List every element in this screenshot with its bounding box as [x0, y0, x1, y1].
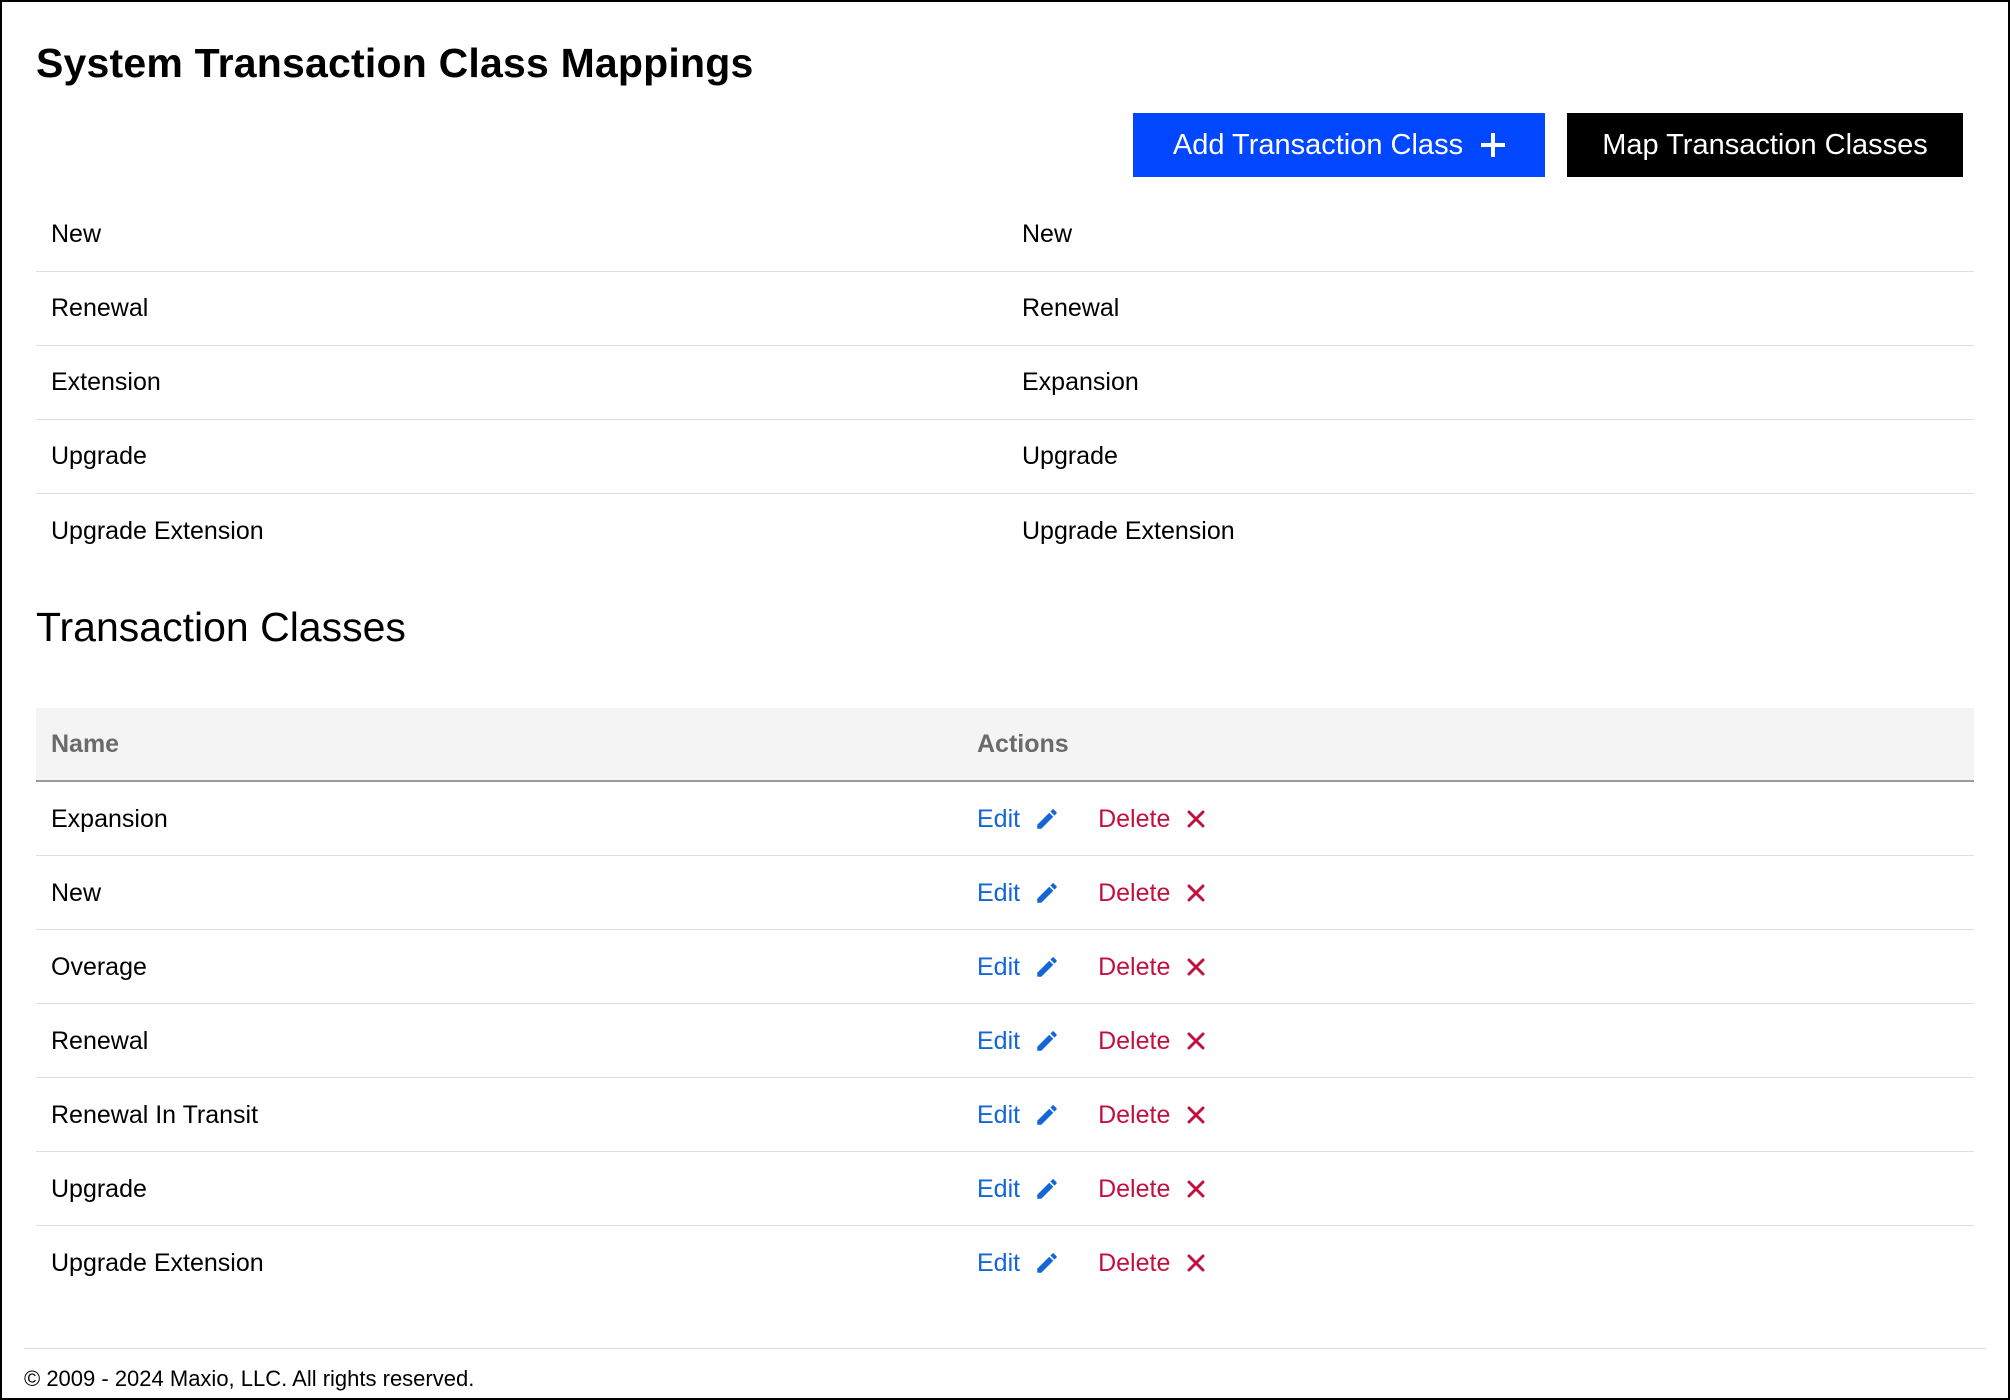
section-title: Transaction Classes [36, 604, 406, 650]
table-row: Renewal In Transit Edit Delete [36, 1078, 1974, 1152]
add-transaction-class-button[interactable]: Add Transaction Class [1133, 113, 1545, 177]
table-row: Expansion Edit Delete [36, 782, 1974, 856]
footer-divider [24, 1348, 1986, 1349]
transaction-class-name: New [51, 879, 102, 907]
table-row: Upgrade Edit Delete [36, 1152, 1974, 1226]
mapping-row: Extension Expansion [36, 346, 1974, 420]
close-icon [1186, 1179, 1206, 1199]
delete-label: Delete [1098, 952, 1171, 981]
delete-link[interactable]: Delete [1098, 1249, 1206, 1278]
transaction-class-name: Overage [51, 953, 147, 981]
row-actions: Edit Delete [977, 930, 1206, 1004]
mapping-mapped-class: Renewal [1022, 294, 1120, 322]
edit-label: Edit [977, 1174, 1021, 1203]
transaction-classes-table: Name Actions Expansion Edit Delete New E… [36, 708, 1974, 1300]
pencil-icon [1034, 954, 1060, 980]
row-actions: Edit Delete [977, 1078, 1206, 1152]
column-header-actions: Actions [977, 730, 1069, 758]
edit-link[interactable]: Edit [977, 805, 1060, 834]
mappings-table: New New Renewal Renewal Extension Expans… [36, 198, 1974, 568]
delete-link[interactable]: Delete [1098, 805, 1206, 834]
mapping-system-class: Upgrade [51, 442, 147, 470]
delete-link[interactable]: Delete [1098, 1101, 1206, 1130]
edit-label: Edit [977, 1248, 1021, 1277]
table-body: Expansion Edit Delete New Edit Delete Ov… [36, 782, 1974, 1300]
column-header-name: Name [51, 730, 120, 758]
close-icon [1186, 883, 1206, 903]
transaction-class-name: Upgrade [51, 1175, 147, 1203]
mapping-row: Upgrade Upgrade [36, 420, 1974, 494]
edit-link[interactable]: Edit [977, 879, 1060, 908]
row-actions: Edit Delete [977, 1004, 1206, 1078]
edit-label: Edit [977, 1026, 1021, 1055]
row-actions: Edit Delete [977, 1226, 1206, 1300]
pencil-icon [1034, 880, 1060, 906]
mapping-system-class: Renewal [51, 294, 149, 322]
delete-link[interactable]: Delete [1098, 879, 1206, 908]
edit-label: Edit [977, 878, 1021, 907]
transaction-class-name: Expansion [51, 805, 168, 833]
pencil-icon [1034, 1028, 1060, 1054]
mapping-mapped-class: New [1022, 220, 1073, 248]
mapping-system-class: Extension [51, 368, 161, 396]
add-transaction-class-label: Add Transaction Class [1172, 128, 1464, 161]
page-title: System Transaction Class Mappings [36, 40, 754, 86]
mapping-system-class: New [51, 220, 102, 248]
mapping-row: Upgrade Extension Upgrade Extension [36, 494, 1974, 568]
transaction-class-name: Upgrade Extension [51, 1249, 264, 1277]
edit-label: Edit [977, 952, 1021, 981]
pencil-icon [1034, 1176, 1060, 1202]
delete-link[interactable]: Delete [1098, 953, 1206, 982]
delete-label: Delete [1098, 1026, 1171, 1055]
pencil-icon [1034, 806, 1060, 832]
mapping-mapped-class: Upgrade Extension [1022, 516, 1235, 545]
close-icon [1186, 809, 1206, 829]
edit-link[interactable]: Edit [977, 1027, 1060, 1056]
delete-label: Delete [1098, 878, 1171, 907]
close-icon [1186, 957, 1206, 977]
delete-label: Delete [1098, 1174, 1171, 1203]
mapping-row: New New [36, 198, 1974, 272]
table-row: New Edit Delete [36, 856, 1974, 930]
edit-label: Edit [977, 1100, 1021, 1129]
table-row: Overage Edit Delete [36, 930, 1974, 1004]
table-row: Renewal Edit Delete [36, 1004, 1974, 1078]
footer-copyright: © 2009 - 2024 Maxio, LLC. All rights res… [24, 1366, 475, 1391]
close-icon [1186, 1253, 1206, 1273]
table-header: Name Actions [36, 708, 1974, 782]
delete-label: Delete [1098, 1100, 1171, 1129]
row-actions: Edit Delete [977, 1152, 1206, 1226]
edit-link[interactable]: Edit [977, 1249, 1060, 1278]
plus-icon [1481, 133, 1506, 157]
mapping-system-class: Upgrade Extension [51, 516, 264, 545]
close-icon [1186, 1031, 1206, 1051]
pencil-icon [1034, 1102, 1060, 1128]
mapping-row: Renewal Renewal [36, 272, 1974, 346]
edit-link[interactable]: Edit [977, 953, 1060, 982]
toolbar: Add Transaction Class Map Transaction Cl… [1133, 113, 1963, 177]
transaction-class-name: Renewal In Transit [51, 1101, 259, 1129]
delete-link[interactable]: Delete [1098, 1027, 1206, 1056]
mapping-mapped-class: Expansion [1022, 368, 1139, 396]
delete-link[interactable]: Delete [1098, 1175, 1206, 1204]
row-actions: Edit Delete [977, 856, 1206, 930]
delete-label: Delete [1098, 1248, 1171, 1277]
transaction-class-name: Renewal [51, 1027, 149, 1055]
edit-link[interactable]: Edit [977, 1175, 1060, 1204]
mapping-mapped-class: Upgrade [1022, 442, 1118, 470]
pencil-icon [1034, 1250, 1060, 1276]
close-icon [1186, 1105, 1206, 1125]
table-row: Upgrade Extension Edit Delete [36, 1226, 1974, 1300]
delete-label: Delete [1098, 804, 1171, 833]
map-transaction-classes-button[interactable]: Map Transaction Classes [1567, 113, 1963, 177]
row-actions: Edit Delete [977, 782, 1206, 856]
edit-link[interactable]: Edit [977, 1101, 1060, 1130]
edit-label: Edit [977, 804, 1021, 833]
